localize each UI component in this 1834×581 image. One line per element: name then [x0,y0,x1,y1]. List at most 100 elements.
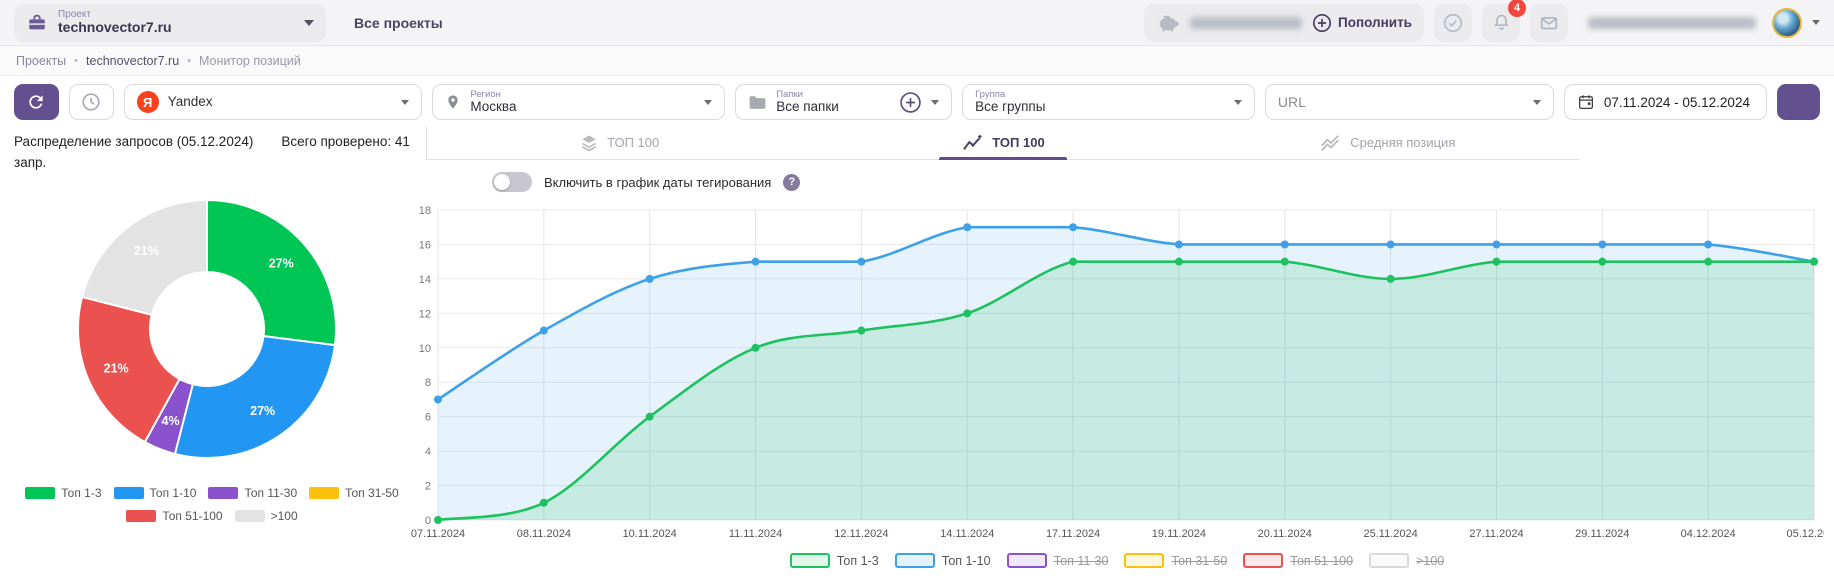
all-projects-link[interactable]: Все проекты [354,15,443,31]
y-axis-label: 4 [425,446,431,458]
breadcrumb-separator: • [74,54,79,67]
data-point[interactable] [645,412,654,421]
line-legend-item[interactable]: >100 [1369,553,1444,568]
line-chart-legend: Топ 1-3 Топ 1-10 Топ 11-30 Топ 31-50 Топ 51-… [400,553,1834,568]
project-selector[interactable]: Проект technovector7.ru [14,3,326,42]
data-point[interactable] [539,498,548,507]
donut-slice[interactable] [173,334,337,459]
data-point[interactable] [751,343,760,352]
data-point[interactable] [1174,257,1183,266]
data-point[interactable] [1492,257,1501,266]
refresh-icon [29,95,44,109]
data-point[interactable] [857,326,866,335]
chevron-down-icon [931,99,940,105]
data-point[interactable] [434,395,442,404]
data-point[interactable] [1704,240,1713,249]
search-engine-select[interactable]: Я Yandex [123,84,423,120]
legend-swatch [894,553,935,568]
data-point[interactable] [1810,257,1818,266]
legend-label: Топ 1-3 [836,553,879,568]
line-legend-item[interactable]: Топ 11-30 [1006,553,1108,568]
y-axis-label: 14 [419,274,431,286]
data-point[interactable] [1174,240,1183,249]
chevron-down-icon [704,99,713,105]
chart-line-icon [962,133,984,153]
legend-label: Топ 1-3 [61,485,102,500]
donut-legend-item: Топ 1-3 [25,485,102,500]
legend-label: Топ 11-30 [244,485,298,500]
legend-swatch [234,509,265,522]
url-select[interactable]: URL [1264,84,1554,120]
tab-average-position[interactable]: Средняя позиция [1196,126,1580,159]
folders-select[interactable]: Папки Все папки [735,84,953,120]
legend-swatch [113,486,144,499]
notifications-button[interactable]: 4 [1482,0,1526,42]
group-select[interactable]: Группа Все группы [962,84,1255,120]
y-axis-label: 12 [419,308,431,320]
tab-label: ТОП 100 [992,135,1045,150]
help-icon[interactable]: ? [783,173,801,191]
calendar-icon [1578,95,1593,110]
layers-icon [579,133,599,153]
date-range-picker[interactable]: 07.11.2024 - 05.12.2024 [1563,84,1768,120]
notifications-count-badge: 4 [1508,0,1526,17]
tagging-toggle-row: Включить в график даты тегирования ? [400,160,1834,196]
topup-button[interactable]: Пополнить [1312,13,1412,33]
date-range-value: 07.11.2024 - 05.12.2024 [1603,94,1750,110]
tab-top-100-1[interactable]: ТОП 100 [427,126,811,159]
breadcrumb-item[interactable]: technovector7.ru [86,54,179,68]
bell-icon [1493,14,1509,30]
data-point[interactable] [963,223,972,232]
donut-slice-label: 21% [104,361,129,375]
line-legend-item[interactable]: Топ 31-50 [1124,553,1227,568]
region-select[interactable]: Регион Москва [432,84,726,120]
plus-circle-icon [1313,13,1332,32]
chart-tabs: ТОП 100 ТОП 100 Средняя позиция [426,126,1580,160]
tab-top-100-2[interactable]: ТОП 100 [811,126,1195,159]
data-point[interactable] [1598,257,1607,266]
legend-label: Топ 31-50 [345,485,399,500]
donut-slice[interactable] [206,198,337,347]
data-point[interactable] [1704,257,1713,266]
line-legend-item[interactable]: Топ 51-100 [1243,553,1353,568]
data-point[interactable] [1386,240,1395,249]
folders-value: Все папки [776,98,839,114]
tab-label: ТОП 100 [607,135,660,150]
data-point[interactable] [1280,240,1289,249]
data-point[interactable] [1386,274,1395,283]
y-axis-label: 16 [419,239,431,251]
y-axis-label: 10 [419,343,431,355]
legend-swatch [208,486,239,499]
breadcrumb-item[interactable]: Проекты [16,54,66,68]
data-point[interactable] [645,274,654,283]
line-legend-item[interactable]: Топ 1-3 [789,553,879,568]
data-point[interactable] [539,326,548,335]
history-button[interactable] [68,84,114,120]
donut-legend-item: Топ 11-30 [208,486,297,500]
tagging-dates-toggle[interactable] [492,172,532,192]
donut-slice-label: 4% [162,414,180,428]
chevron-down-icon [1233,99,1242,105]
distribution-panel: Распределение запросов (05.12.2024) Всего… [0,126,410,581]
refresh-button[interactable] [14,84,59,120]
data-point[interactable] [751,257,760,266]
account-menu-chevron-icon[interactable] [1812,20,1820,25]
tasks-button[interactable] [1434,3,1472,42]
chart-panel: ТОП 100 ТОП 100 Средняя позиция Включить в… [400,126,1834,581]
data-point[interactable] [1492,240,1501,249]
avatar[interactable] [1772,7,1802,38]
add-folder-button[interactable] [899,91,922,114]
messages-button[interactable] [1530,3,1568,42]
data-point[interactable] [434,516,442,524]
x-axis-label: 04.12.2024 [1681,528,1736,540]
chevron-down-icon [304,19,314,26]
x-axis-label: 08.11.2024 [517,528,571,540]
data-point[interactable] [1280,257,1289,266]
data-point[interactable] [1069,257,1078,266]
data-point[interactable] [1598,240,1607,249]
data-point[interactable] [1069,223,1078,232]
more-options-button[interactable] [1777,84,1820,120]
data-point[interactable] [857,257,866,266]
line-legend-item[interactable]: Топ 1-10 [894,553,991,568]
data-point[interactable] [963,309,972,318]
